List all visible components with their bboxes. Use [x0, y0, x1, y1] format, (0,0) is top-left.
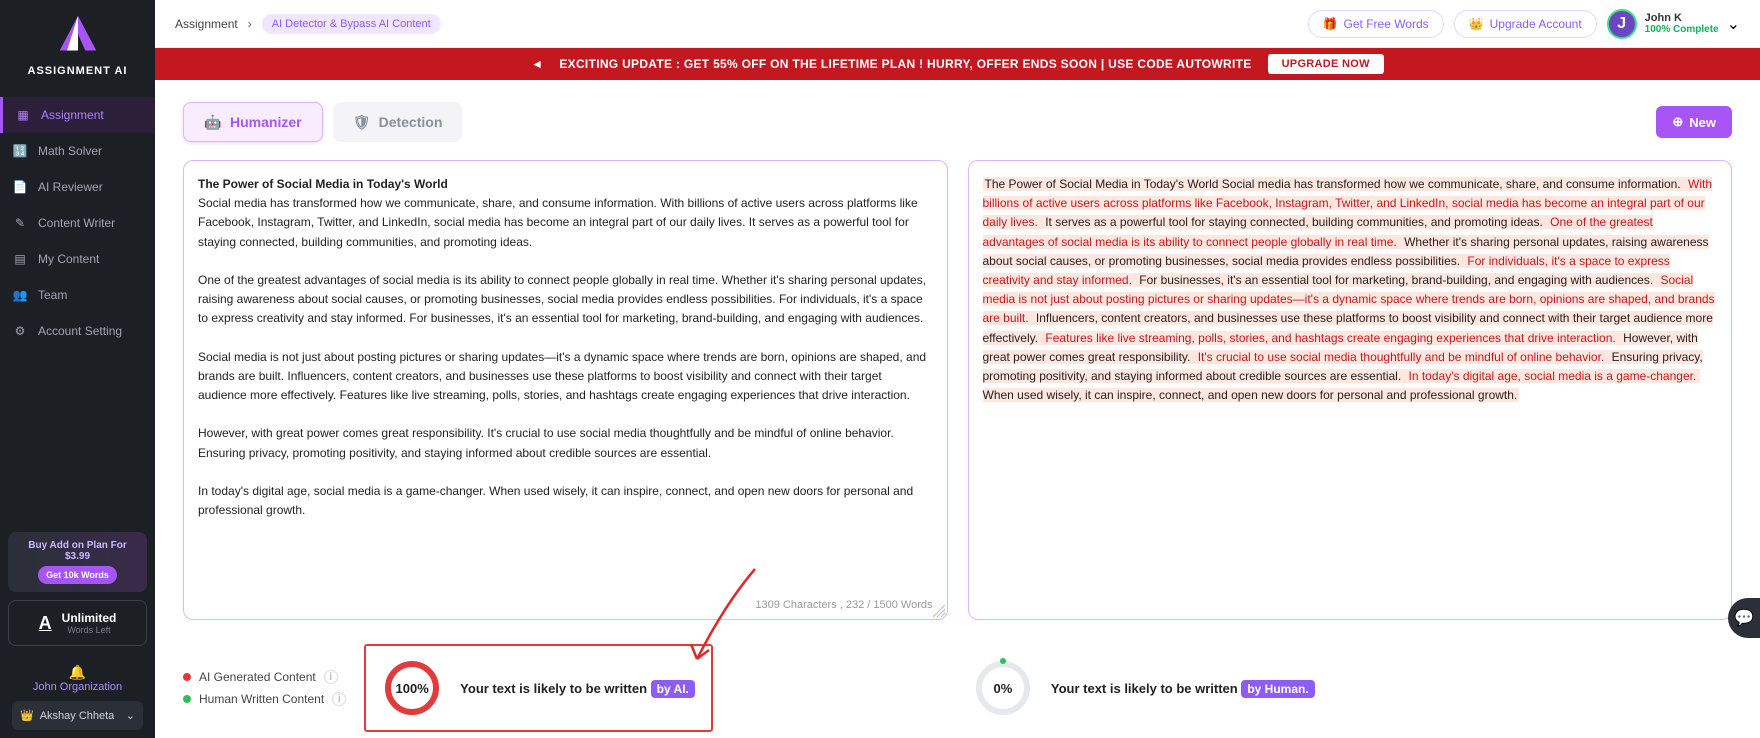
ai-verdict: Your text is likely to be written by AI. — [460, 681, 695, 696]
resize-handle-icon[interactable] — [933, 605, 945, 617]
crown-icon: 👑 — [20, 709, 34, 722]
chevron-down-icon: ⌄ — [126, 709, 135, 722]
brand-name: ASSIGNMENT AI — [0, 65, 155, 77]
ai-percentage-ring: 100% — [382, 658, 442, 718]
sidebar-item-assignment[interactable]: ▦ Assignment — [0, 97, 155, 133]
logo-icon — [50, 14, 106, 56]
sidebar-item-content-writer[interactable]: ✎ Content Writer — [0, 205, 155, 241]
chat-fab[interactable]: 💬 — [1728, 598, 1760, 638]
character-counter: 1309 Characters , 232 / 1500 Words — [755, 599, 932, 611]
team-icon: 👥 — [12, 287, 28, 303]
tab-detection[interactable]: 🛡 Detection — [333, 102, 463, 142]
sidebar-item-account-setting[interactable]: ⚙ Account Setting — [0, 313, 155, 349]
human-percentage-ring: 0% — [973, 658, 1033, 718]
by-human-badge: by Human. — [1241, 680, 1314, 698]
sidebar-item-label: AI Reviewer — [38, 180, 103, 194]
sidebar-item-label: Content Writer — [38, 216, 115, 230]
sidebar-item-label: Assignment — [41, 108, 104, 122]
legend-human: Human Written Content i — [183, 692, 346, 706]
sidebar: ASSIGNMENT AI ▦ Assignment 🔢 Math Solver… — [0, 0, 155, 738]
info-icon[interactable]: i — [324, 670, 338, 684]
chat-icon: 💬 — [1734, 608, 1754, 628]
info-icon[interactable]: i — [332, 692, 346, 706]
legend-ai: AI Generated Content i — [183, 670, 346, 684]
sidebar-item-math-solver[interactable]: 🔢 Math Solver — [0, 133, 155, 169]
sidebar-item-label: Account Setting — [38, 324, 122, 338]
font-icon: A — [39, 613, 52, 634]
banner-text: EXCITING UPDATE : GET 55% OFF ON THE LIF… — [559, 57, 1251, 71]
shield-icon: 🛡 — [353, 113, 371, 131]
gear-icon: ⚙ — [12, 323, 28, 339]
plus-icon: ⊕ — [1672, 114, 1683, 130]
tabs: 🤖 Humanizer 🛡 Detection — [183, 102, 462, 142]
top-actions: 🎁 Get Free Words 👑 Upgrade Account J Joh… — [1308, 9, 1740, 39]
org-name: John Organization — [8, 681, 147, 693]
input-text[interactable]: The Power of Social Media in Today's Wor… — [198, 175, 933, 520]
content-area: 🤖 Humanizer 🛡 Detection ⊕ New The Power … — [155, 80, 1760, 738]
user-chip[interactable]: 👑 Akshay Chheta ⌄ — [12, 701, 143, 730]
organization-block[interactable]: 🔔 John Organization — [8, 656, 147, 693]
chevron-down-icon: ⌄ — [1727, 14, 1740, 34]
tabs-row: 🤖 Humanizer 🛡 Detection ⊕ New — [183, 102, 1732, 142]
document-icon: 📄 — [12, 179, 28, 195]
sidebar-item-my-content[interactable]: ▤ My Content — [0, 241, 155, 277]
user-name: John K — [1645, 12, 1719, 24]
addon-button[interactable]: Get 10k Words — [38, 566, 117, 584]
legend-list: AI Generated Content i Human Written Con… — [183, 670, 346, 706]
avatar: J — [1607, 9, 1637, 39]
output-text: The Power of Social Media in Today's Wor… — [983, 175, 1718, 405]
folder-icon: ▤ — [12, 251, 28, 267]
panels: The Power of Social Media in Today's Wor… — [183, 160, 1732, 620]
human-result-col: 0% Your text is likely to be written by … — [973, 658, 1315, 718]
promo-banner: ◄ EXCITING UPDATE : GET 55% OFF ON THE L… — [155, 48, 1760, 80]
unlimited-sub: Words Left — [62, 625, 117, 635]
sidebar-item-label: Math Solver — [38, 144, 102, 158]
calculator-icon: 🔢 — [12, 143, 28, 159]
robot-icon: 🤖 — [204, 113, 222, 131]
upgrade-now-button[interactable]: UPGRADE NOW — [1268, 54, 1384, 74]
sidebar-item-team[interactable]: 👥 Team — [0, 277, 155, 313]
crown-icon: 👑 — [1469, 17, 1484, 31]
breadcrumb-root[interactable]: Assignment — [175, 17, 238, 31]
nav-list: ▦ Assignment 🔢 Math Solver 📄 AI Reviewer… — [0, 91, 155, 524]
get-free-words-button[interactable]: 🎁 Get Free Words — [1308, 10, 1444, 38]
pen-icon: ✎ — [12, 215, 28, 231]
unlimited-title: Unlimited — [62, 611, 117, 625]
input-panel[interactable]: The Power of Social Media in Today's Wor… — [183, 160, 948, 620]
sidebar-item-label: Team — [38, 288, 67, 302]
main: Assignment › AI Detector & Bypass AI Con… — [155, 0, 1760, 738]
gift-icon: 🎁 — [1323, 17, 1338, 31]
ai-result-highlight-box: 100% Your text is likely to be written b… — [364, 644, 713, 732]
user-menu[interactable]: J John K 100% Complete ⌄ — [1607, 9, 1740, 39]
bell-icon: 🔔 — [8, 664, 147, 681]
sidebar-bottom: Buy Add on Plan For $3.99 Get 10k Words … — [0, 524, 155, 738]
sidebar-item-label: My Content — [38, 252, 99, 266]
results-row: AI Generated Content i Human Written Con… — [183, 644, 1732, 732]
dot-green-icon — [183, 695, 191, 703]
topbar: Assignment › AI Detector & Bypass AI Con… — [155, 0, 1760, 48]
user-chip-name: Akshay Chheta — [40, 710, 115, 722]
upgrade-account-button[interactable]: 👑 Upgrade Account — [1454, 10, 1597, 38]
unlimited-card: A Unlimited Words Left — [8, 600, 147, 646]
output-panel: The Power of Social Media in Today's Wor… — [968, 160, 1733, 620]
sidebar-item-ai-reviewer[interactable]: 📄 AI Reviewer — [0, 169, 155, 205]
human-verdict: Your text is likely to be written by Hum… — [1051, 681, 1315, 696]
new-button[interactable]: ⊕ New — [1656, 106, 1732, 138]
user-complete: 100% Complete — [1645, 24, 1719, 35]
chevron-right-icon: › — [248, 17, 252, 31]
dot-red-icon — [183, 673, 191, 681]
by-ai-badge: by AI. — [651, 680, 695, 698]
brand-logo: ASSIGNMENT AI — [0, 0, 155, 91]
legend-col: AI Generated Content i Human Written Con… — [183, 644, 713, 732]
grid-icon: ▦ — [15, 107, 31, 123]
addon-title: Buy Add on Plan For $3.99 — [16, 540, 139, 562]
addon-card[interactable]: Buy Add on Plan For $3.99 Get 10k Words — [8, 532, 147, 592]
tab-humanizer[interactable]: 🤖 Humanizer — [183, 102, 323, 142]
arrow-left-icon: ◄ — [531, 57, 543, 71]
breadcrumb: Assignment › AI Detector & Bypass AI Con… — [175, 14, 441, 34]
breadcrumb-current: AI Detector & Bypass AI Content — [262, 14, 441, 34]
